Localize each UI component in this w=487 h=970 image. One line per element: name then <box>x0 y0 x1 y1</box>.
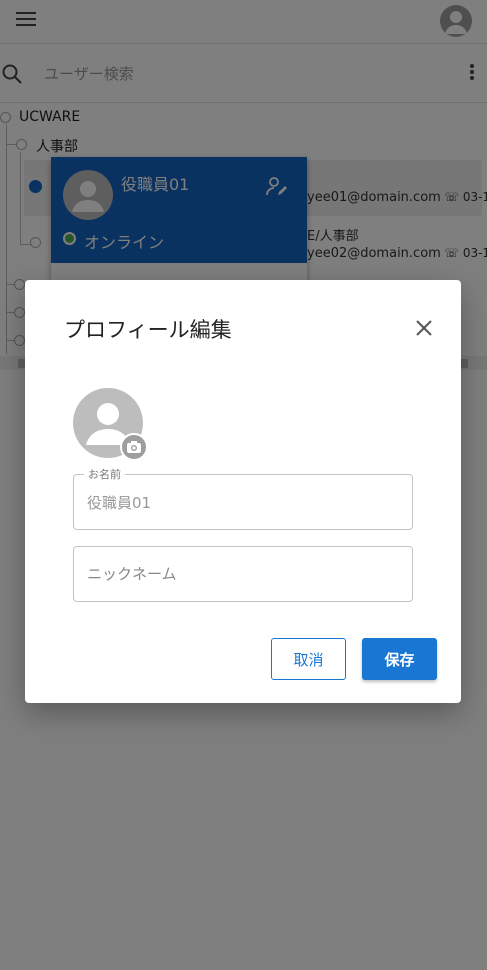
name-field[interactable]: お名前 <box>73 466 413 530</box>
save-button[interactable]: 保存 <box>362 638 437 680</box>
profile-edit-dialog: プロフィール編集 お名前 取消 保存 <box>25 280 461 703</box>
cancel-button[interactable]: 取消 <box>271 638 346 680</box>
name-input[interactable] <box>87 490 397 514</box>
nickname-input[interactable] <box>87 562 397 586</box>
close-icon[interactable] <box>415 319 433 337</box>
camera-icon[interactable] <box>120 433 148 461</box>
name-field-label: お名前 <box>84 466 125 482</box>
nickname-field[interactable] <box>73 546 413 602</box>
dialog-title: プロフィール編集 <box>64 318 232 342</box>
